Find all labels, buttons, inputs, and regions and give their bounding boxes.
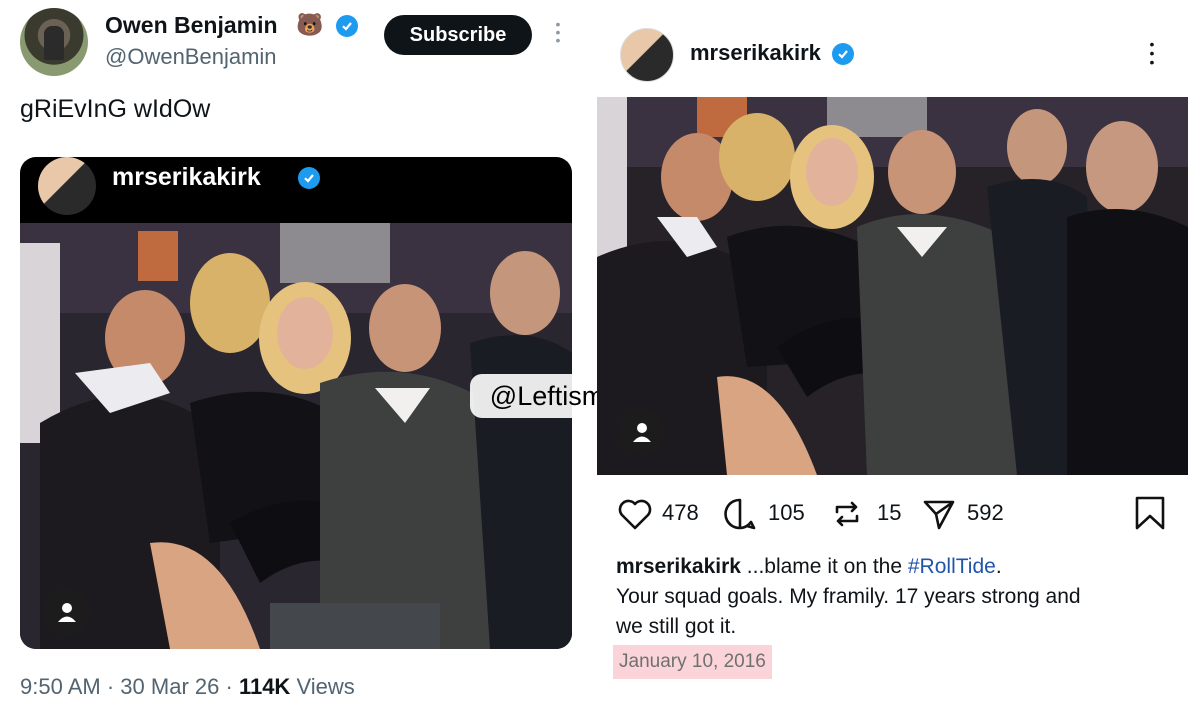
caption-line-3: we still got it. xyxy=(616,615,737,638)
share-count: 592 xyxy=(967,500,1004,525)
person-tag-icon[interactable] xyxy=(619,409,665,455)
ig-username[interactable]: mrserikakirk xyxy=(690,40,821,66)
author-name[interactable]: Owen Benjamin xyxy=(105,12,278,39)
repost-icon[interactable] xyxy=(828,495,866,538)
views-count: 114K xyxy=(238,674,291,699)
ig-avatar[interactable] xyxy=(620,28,674,82)
caption-line-2: Your squad goals. My framily. 17 years s… xyxy=(616,585,1081,608)
more-dots-icon[interactable]: • • • xyxy=(1147,37,1157,70)
embedded-username: mrserikakirk xyxy=(112,163,261,191)
verified-badge-icon xyxy=(298,167,320,189)
caption-text: ...blame it on the xyxy=(746,555,908,578)
post-date: January 10, 2016 xyxy=(613,645,772,679)
subscribe-button[interactable]: Subscribe xyxy=(384,15,532,55)
like-count: 478 xyxy=(662,500,699,525)
heart-icon[interactable] xyxy=(616,495,654,538)
views-label: Views xyxy=(296,674,355,699)
comment-icon[interactable] xyxy=(721,495,759,538)
tweet-meta: 9:50 AM · 30 Mar 26 · 114K Views xyxy=(20,674,355,699)
more-dots-icon[interactable]: • • • xyxy=(552,17,564,50)
verified-badge-icon xyxy=(336,15,358,37)
verified-badge-icon xyxy=(832,43,854,65)
bear-emoji: 🐻 xyxy=(296,12,324,37)
person-tag-icon[interactable] xyxy=(44,589,90,635)
repost-count: 15 xyxy=(877,500,902,525)
author-handle[interactable]: @OwenBenjamin xyxy=(105,44,277,70)
tweet-text: gRiEvInG wIdOw xyxy=(20,95,211,123)
tweet-date[interactable]: 30 Mar 26 xyxy=(120,674,219,699)
author-avatar[interactable] xyxy=(20,8,88,76)
ig-caption: mrserikakirk ...blame it on the #RollTid… xyxy=(616,552,1176,642)
caption-username[interactable]: mrserikakirk xyxy=(616,555,741,578)
group-photo xyxy=(20,223,572,649)
ig-group-photo xyxy=(597,97,1188,475)
caption-punct: . xyxy=(995,555,1002,578)
bookmark-icon[interactable] xyxy=(1131,494,1169,537)
comment-count: 105 xyxy=(768,500,805,525)
hashtag-link[interactable]: #RollTide xyxy=(908,555,996,578)
embedded-avatar xyxy=(38,157,96,215)
tweet-time[interactable]: 9:50 AM xyxy=(20,674,101,699)
share-icon[interactable] xyxy=(920,495,958,538)
